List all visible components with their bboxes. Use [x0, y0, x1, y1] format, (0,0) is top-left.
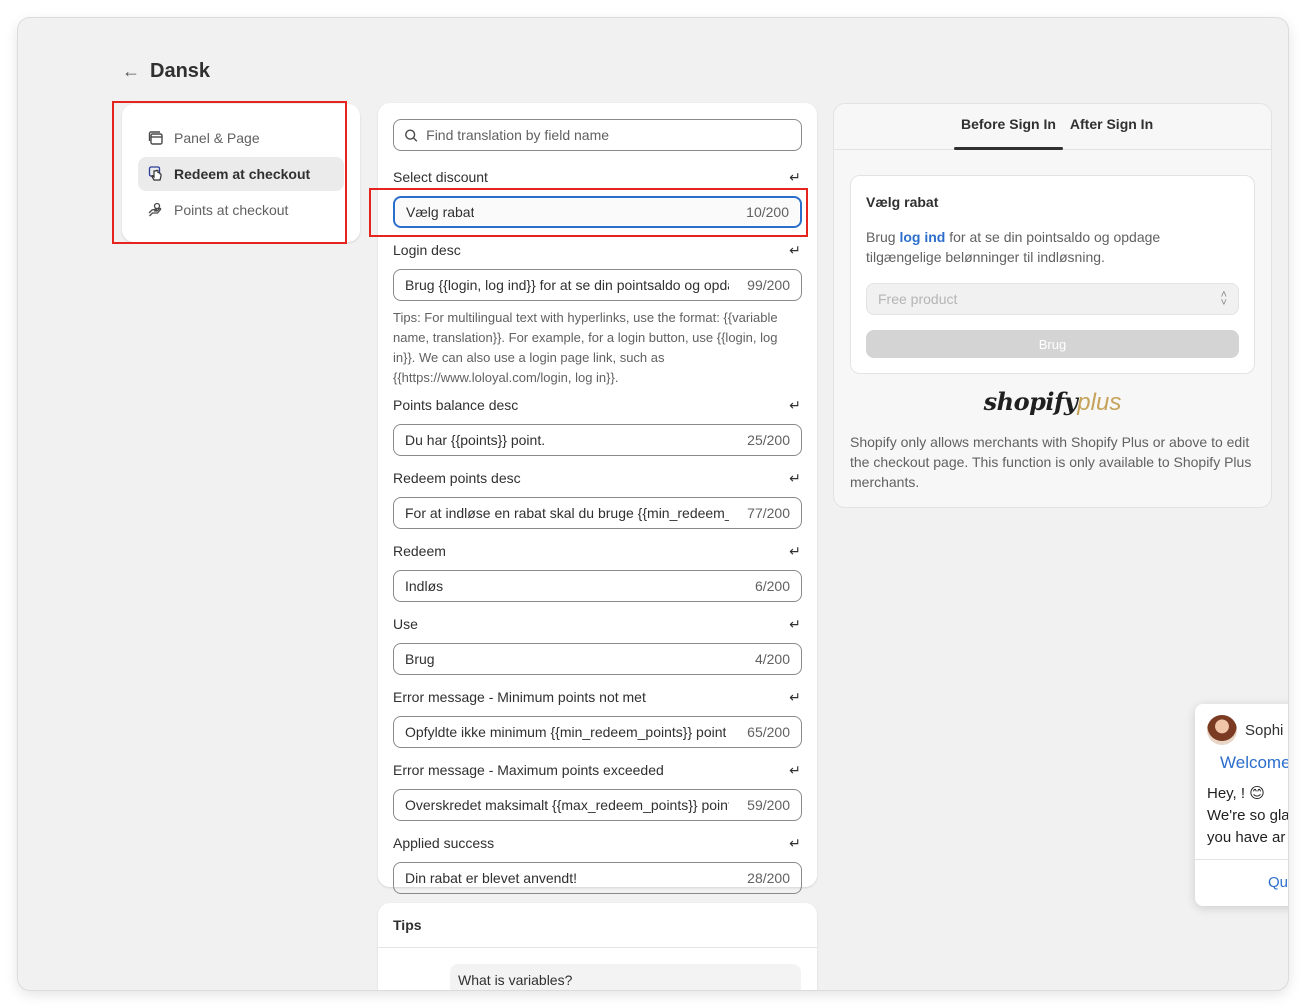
- search-field[interactable]: [393, 119, 802, 151]
- char-count: 59/200: [747, 797, 790, 813]
- preview-description: Brug log ind for at se din pointsaldo og…: [866, 227, 1239, 267]
- field-value: Brug: [405, 651, 435, 667]
- preview-title: Vælg rabat: [866, 194, 939, 210]
- reset-icon[interactable]: ↵: [788, 543, 802, 560]
- login-desc-input[interactable]: Brug {{login, log ind}} for at se din po…: [393, 269, 802, 301]
- hand-coin-icon: [148, 202, 162, 217]
- redeem-input[interactable]: Indløs 6/200: [393, 570, 802, 602]
- search-input[interactable]: [426, 127, 791, 143]
- field-label-error-max: Error message - Maximum points exceeded: [393, 762, 664, 778]
- chat-message-line: Hey, ! 😊: [1207, 785, 1265, 802]
- login-link[interactable]: log ind: [899, 229, 945, 245]
- applied-success-input[interactable]: Din rabat er blevet anvendt! 28/200: [393, 862, 802, 894]
- field-label-error-min: Error message - Minimum points not met: [393, 689, 646, 705]
- reset-icon[interactable]: ↵: [788, 835, 802, 852]
- reset-icon[interactable]: ↵: [788, 470, 802, 487]
- chevron-up-down-icon: ˄ ˅: [1220, 289, 1227, 309]
- nav-item-points-checkout[interactable]: Points at checkout: [138, 193, 344, 227]
- logo-shop: shopify: [983, 387, 1078, 416]
- error-max-input[interactable]: Overskredet maksimalt {{max_redeem_point…: [393, 789, 802, 821]
- error-min-input[interactable]: Opfyldte ikke minimum {{min_redeem_point…: [393, 716, 802, 748]
- translation-form: Select discount ↵ Vælg rabat 10/200 Login …: [378, 103, 817, 894]
- shopify-plus-note: Shopify only allows merchants with Shopi…: [850, 434, 1252, 490]
- select-value: Free product: [878, 291, 958, 307]
- char-count: 4/200: [754, 651, 790, 667]
- preview-tabs: Before Sign In After Sign In: [834, 104, 1271, 150]
- field-value: Din rabat er blevet anvendt!: [405, 870, 577, 886]
- char-count: 65/200: [747, 724, 790, 740]
- tips-title: Tips: [378, 903, 817, 948]
- char-count: 25/200: [747, 432, 790, 448]
- field-label-use: Use: [393, 616, 418, 632]
- reset-icon[interactable]: ↵: [788, 762, 802, 779]
- chat-header: Sophi: [1195, 704, 1288, 753]
- preview-widget: Vælg rabat Brug log ind for at se din po…: [850, 175, 1255, 374]
- page-header: ← Dansk: [122, 60, 210, 83]
- tips-question[interactable]: What is variables?: [450, 964, 801, 990]
- char-count: 77/200: [747, 505, 790, 521]
- select-discount-input[interactable]: Vælg rabat 10/200: [393, 196, 802, 228]
- use-input[interactable]: Brug 4/200: [393, 643, 802, 675]
- field-value: Vælg rabat: [406, 204, 475, 220]
- char-count: 28/200: [747, 870, 790, 886]
- app-window: ← Dansk Panel & Page Redeem at checkout …: [18, 18, 1288, 990]
- chat-agent-name: Sophi: [1245, 721, 1284, 739]
- reset-icon[interactable]: ↵: [788, 689, 802, 706]
- avatar: [1207, 715, 1237, 745]
- nav-item-redeem-checkout[interactable]: Redeem at checkout: [138, 157, 344, 191]
- panel-icon: [148, 131, 163, 145]
- tab-before-sign-in[interactable]: Before Sign In: [954, 104, 1063, 150]
- shopify-plus-logo: shopifyplus: [834, 387, 1271, 417]
- char-count: 10/200: [746, 204, 789, 220]
- redeem-points-desc-input[interactable]: For at indløse en rabat skal du bruge {{…: [393, 497, 802, 529]
- chat-message-line: We're so gla: [1207, 807, 1288, 824]
- nav-item-label: Points at checkout: [174, 202, 289, 218]
- field-label-login-desc: Login desc: [393, 242, 461, 258]
- hand-pointer-icon: [148, 166, 162, 181]
- field-label-select-discount: Select discount: [393, 169, 488, 185]
- logo-plus: plus: [1077, 389, 1122, 416]
- field-label-redeem-points-desc: Redeem points desc: [393, 470, 521, 486]
- field-label-redeem: Redeem: [393, 543, 446, 559]
- chat-quick-reply[interactable]: Qu: [1195, 860, 1288, 891]
- search-icon: [405, 128, 418, 142]
- tips-card: Tips What is variables?: [378, 903, 817, 990]
- reset-icon[interactable]: ↵: [788, 169, 802, 186]
- tab-after-sign-in[interactable]: After Sign In: [1063, 104, 1160, 149]
- field-label-applied-success: Applied success: [393, 835, 495, 851]
- field-value: For at indløse en rabat skal du bruge {{…: [405, 505, 729, 521]
- use-button[interactable]: Brug: [866, 330, 1239, 358]
- sidebar-nav: Panel & Page Redeem at checkout Points a…: [122, 104, 360, 242]
- field-label-points-balance: Points balance desc: [393, 397, 519, 413]
- field-value: Opfyldte ikke minimum {{min_redeem_point…: [405, 724, 727, 740]
- page-title: Dansk: [150, 60, 211, 82]
- field-value: Du har {{points}} point.: [405, 432, 546, 448]
- char-count: 99/200: [747, 277, 790, 293]
- product-select[interactable]: Free product ˄ ˅: [866, 283, 1239, 315]
- desc-text: Brug: [866, 229, 900, 245]
- back-arrow-icon[interactable]: ←: [122, 61, 140, 82]
- reset-icon[interactable]: ↵: [788, 242, 802, 259]
- nav-item-label: Redeem at checkout: [174, 166, 311, 182]
- points-balance-input[interactable]: Du har {{points}} point. 25/200: [393, 424, 802, 456]
- chat-welcome: Welcome: [1220, 753, 1288, 772]
- chat-widget[interactable]: Sophi Welcome Hey, ! 😊 We're so gla you …: [1195, 704, 1288, 906]
- nav-item-label: Panel & Page: [174, 130, 260, 146]
- reset-icon[interactable]: ↵: [788, 397, 802, 414]
- field-value: Overskredet maksimalt {{max_redeem_point…: [405, 797, 729, 813]
- field-value: Brug {{login, log ind}} for at se din po…: [405, 277, 729, 293]
- char-count: 6/200: [754, 578, 790, 594]
- chat-message-line: you have ar: [1207, 829, 1286, 846]
- field-value: Indløs: [405, 578, 444, 594]
- tips-text: Tips: For multilingual text with hyperli…: [393, 310, 778, 385]
- nav-item-panel-page[interactable]: Panel & Page: [138, 121, 344, 155]
- preview-panel: Before Sign In After Sign In Vælg rabat …: [833, 103, 1272, 508]
- reset-icon[interactable]: ↵: [788, 616, 802, 633]
